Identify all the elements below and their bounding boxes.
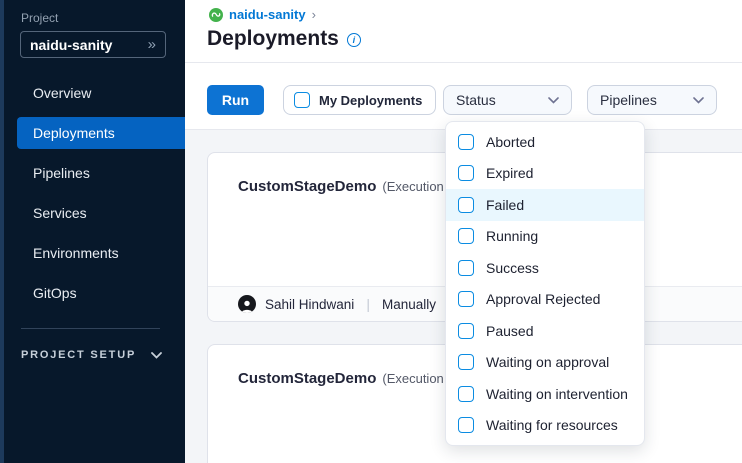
my-deployments-filter[interactable]: My Deployments [283, 85, 436, 115]
project-switcher[interactable]: naidu-sanity » [20, 31, 166, 58]
menu-checkbox[interactable] [458, 417, 474, 433]
menu-checkbox[interactable] [458, 197, 474, 213]
menu-checkbox[interactable] [458, 291, 474, 307]
sidebar-item-environments[interactable]: Environments [0, 237, 185, 269]
menu-checkbox[interactable] [458, 165, 474, 181]
menu-checkbox[interactable] [458, 260, 474, 276]
user-avatar-icon [238, 295, 256, 313]
status-filter-label: Status [456, 92, 496, 108]
chevron-down-icon [548, 97, 559, 104]
project-expand-icon[interactable]: » [148, 37, 156, 52]
menu-checkbox[interactable] [458, 386, 474, 402]
menu-item-aborted[interactable]: Aborted [446, 126, 644, 158]
sidebar-item-deployments[interactable]: Deployments [17, 117, 185, 149]
pipelines-filter-label: Pipelines [600, 92, 657, 108]
menu-item-waiting-on-intervention[interactable]: Waiting on intervention [446, 378, 644, 410]
project-name: naidu-sanity [30, 37, 112, 53]
menu-item-expired[interactable]: Expired [446, 158, 644, 190]
menu-checkbox[interactable] [458, 134, 474, 150]
menu-item-failed[interactable]: Failed [446, 189, 644, 221]
toolbar: Run My Deployments Status Pipelines [185, 63, 742, 130]
pipeline-name: CustomStageDemo [238, 370, 376, 387]
run-button[interactable]: Run [207, 85, 264, 115]
page-title: Deployments [207, 27, 339, 51]
menu-item-paused[interactable]: Paused [446, 315, 644, 347]
breadcrumb-chevron-icon: › [312, 7, 316, 22]
menu-item-approval-rejected[interactable]: Approval Rejected [446, 284, 644, 316]
breadcrumb: naidu-sanity › [209, 7, 316, 22]
trigger-type: Manually [382, 297, 436, 312]
project-setup-toggle[interactable]: PROJECT SETUP [21, 349, 162, 361]
menu-checkbox[interactable] [458, 354, 474, 370]
chevron-down-icon [151, 352, 162, 359]
project-label: Project [21, 11, 58, 25]
my-deployments-checkbox[interactable] [294, 92, 310, 108]
deployments-page: Project naidu-sanity » Overview Deployme… [0, 0, 742, 463]
sidebar-item-overview[interactable]: Overview [0, 77, 185, 109]
info-icon[interactable]: i [347, 33, 361, 47]
sidebar-item-gitops[interactable]: GitOps [0, 277, 185, 309]
menu-checkbox[interactable] [458, 323, 474, 339]
cd-module-icon [209, 8, 223, 22]
menu-item-success[interactable]: Success [446, 252, 644, 284]
menu-item-waiting-on-approval[interactable]: Waiting on approval [446, 347, 644, 379]
sidebar-divider [21, 328, 160, 329]
pipeline-name: CustomStageDemo [238, 178, 376, 195]
menu-item-waiting-for-resources[interactable]: Waiting for resources [446, 410, 644, 442]
chevron-down-icon [693, 97, 704, 104]
sidebar-item-pipelines[interactable]: Pipelines [0, 157, 185, 189]
pipelines-filter-dropdown[interactable]: Pipelines [587, 85, 717, 115]
menu-checkbox[interactable] [458, 228, 474, 244]
sidebar-item-services[interactable]: Services [0, 197, 185, 229]
menu-item-running[interactable]: Running [446, 221, 644, 253]
status-filter-dropdown[interactable]: Status [443, 85, 572, 115]
sidebar-nav: Overview Deployments Pipelines Services … [0, 77, 185, 317]
my-deployments-label: My Deployments [319, 93, 422, 108]
project-setup-label: PROJECT SETUP [21, 349, 136, 361]
status-filter-menu: Aborted Expired Failed Running Success A… [445, 121, 645, 446]
project-sidebar: Project naidu-sanity » Overview Deployme… [0, 0, 185, 463]
triggered-by: Sahil Hindwani [265, 297, 354, 312]
title-row: Deployments i [207, 27, 361, 51]
footer-separator: | [363, 296, 373, 312]
page-header: naidu-sanity › Deployments i [185, 0, 742, 63]
breadcrumb-project-link[interactable]: naidu-sanity [229, 7, 306, 22]
